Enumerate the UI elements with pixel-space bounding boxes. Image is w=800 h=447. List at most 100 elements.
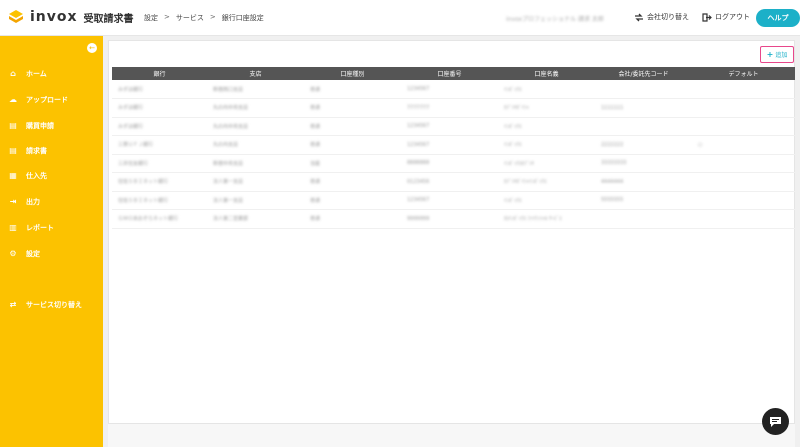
export-icon: ⇥ [9, 197, 17, 206]
sidebar-item-upload[interactable]: ☁ アップロード [8, 95, 68, 105]
table-row[interactable]: 住信ＳＢＩネット銀行 法人第一支店 普通 0123456 ｶﾌﾞｼｷｶﾞｲｼｬｲ… [112, 172, 795, 192]
panel-footer [108, 424, 795, 447]
cell-account-holder: ｲﾝﾎﾞｯｸｽ [498, 117, 595, 136]
chat-icon [770, 416, 781, 427]
cell-bank: みずほ銀行 [112, 117, 207, 136]
cell-company-code: 2222222 [595, 135, 692, 155]
switch-company-button[interactable]: 会社切り替え [634, 12, 689, 22]
cell-default [692, 80, 795, 99]
cell-bank: みずほ銀行 [112, 98, 207, 118]
bank-account-panel: + 追加 銀行 支店 口座種別 口座番号 口座名義 会社/委託先コード デフォル… [108, 40, 795, 424]
column-header-default[interactable]: デフォルト [692, 67, 795, 80]
cell-account-holder: ｲﾝﾎﾞｯｸｽｶﾌﾞｼｷ [498, 154, 595, 173]
user-name: invoxプロフェッショナル 請求 太郎 [506, 16, 604, 23]
table-row[interactable]: 三井住友銀行 新宿中央支店 当座 8888888 ｲﾝﾎﾞｯｸｽｶﾌﾞｼｷ 33… [112, 154, 795, 173]
upload-icon: ☁ [9, 95, 17, 104]
breadcrumb-item-bank-account: 銀行口座設定 [221, 14, 264, 22]
cell-bank: 三井住友銀行 [112, 154, 207, 173]
cell-company-code [595, 209, 692, 229]
cell-account-holder: ｲﾝﾎﾞｯｸｽ [498, 191, 595, 210]
cell-branch: 法人第一支店 [207, 191, 304, 210]
table-row[interactable]: ＧＭＯあおぞらネット銀行 法人第二営業部 普通 9999999 ｶ)ｲﾝﾎﾞｯｸ… [112, 209, 795, 229]
column-header-account-number[interactable]: 口座番号 [401, 67, 498, 80]
breadcrumb-item-service[interactable]: サービス [176, 13, 204, 23]
cell-account-number: 1234567 [401, 191, 498, 210]
invoice-icon: ▤ [9, 146, 17, 155]
cell-branch: 丸の内支店 [207, 135, 304, 155]
sidebar-item-report[interactable]: ▥ レポート [8, 223, 54, 233]
cell-account-type: 普通 [304, 172, 401, 192]
table-row[interactable]: みずほ銀行 丸の内中央支店 普通 7777777 ｶﾌﾞｼｷｶﾞｲｼｬ 1111… [112, 98, 795, 118]
table-row[interactable]: 住信ＳＢＩネット銀行 法人第一支店 普通 1234567 ｲﾝﾎﾞｯｸｽ 555… [112, 191, 795, 210]
breadcrumb-separator: > [209, 13, 216, 21]
column-header-company-code[interactable]: 会社/委託先コード [595, 67, 692, 80]
sidebar-item-label: レポート [26, 224, 54, 232]
logo-subtitle: 受取請求書 [83, 13, 134, 25]
cell-account-holder: ｶ)ｲﾝﾎﾞｯｸｽ ﾌｧｲﾅﾝｼｬﾙ ｻｰﾋﾞｽ [498, 209, 595, 229]
table-row[interactable]: 三菱ＵＦＪ銀行 丸の内支店 普通 1234567 ｲﾝﾎﾞｯｸｽ 2222222… [112, 135, 795, 155]
cell-account-holder: ｲﾝﾎﾞｯｸｽ [498, 80, 595, 99]
cell-company-code: 33333333 [595, 154, 692, 173]
cell-company-code: 5555555 [595, 191, 692, 210]
breadcrumb-separator: > [164, 13, 170, 21]
sidebar-item-home[interactable]: ⌂ ホーム [8, 69, 47, 79]
cell-account-type: 普通 [304, 80, 401, 99]
logo-text: invox [30, 9, 78, 25]
column-header-branch[interactable]: 支店 [207, 67, 304, 80]
sidebar-item-label: 出力 [26, 198, 40, 206]
cell-account-number: 7777777 [401, 98, 498, 118]
sidebar-item-label: 購買申請 [26, 122, 54, 130]
column-header-account-holder[interactable]: 口座名義 [498, 67, 595, 80]
table-row[interactable]: みずほ銀行 丸の内中央支店 普通 1234567 ｲﾝﾎﾞｯｸｽ [112, 117, 795, 136]
cell-account-number: 0123456 [401, 172, 498, 192]
help-button[interactable]: ヘルプ [756, 9, 800, 27]
cell-account-number: 1234567 [401, 80, 498, 99]
sidebar-item-label: ホーム [26, 70, 47, 78]
invox-logo[interactable]: invox 受取請求書 [8, 9, 134, 25]
bank-account-table: 銀行 支店 口座種別 口座番号 口座名義 会社/委託先コード デフォルト みずほ… [112, 67, 795, 229]
breadcrumb-item-settings[interactable]: 設定 [144, 13, 158, 23]
sidebar-item-invoice[interactable]: ▤ 請求書 [8, 146, 47, 156]
cell-branch: 丸の内中央支店 [207, 98, 304, 118]
main-content: + 追加 銀行 支店 口座種別 口座番号 口座名義 会社/委託先コード デフォル… [103, 36, 800, 447]
column-header-bank[interactable]: 銀行 [112, 67, 207, 80]
sidebar-item-purchase-request[interactable]: ▤ 購買申請 [8, 121, 54, 131]
sidebar-item-supplier[interactable]: ▦ 仕入先 [8, 171, 47, 181]
cell-branch: 法人第一支店 [207, 172, 304, 192]
cell-account-holder: ｶﾌﾞｼｷｶﾞｲｼｬ [498, 98, 595, 118]
add-button-label: 追加 [775, 52, 788, 59]
cell-default [692, 98, 795, 118]
logout-button[interactable]: ログアウト [702, 12, 750, 22]
add-bank-account-button[interactable]: + 追加 [760, 46, 794, 63]
purchase-request-icon: ▤ [9, 121, 17, 130]
settings-icon: ⚙ [9, 249, 17, 258]
cell-account-type: 普通 [304, 98, 401, 118]
cell-account-type: 普通 [304, 209, 401, 229]
home-icon: ⌂ [10, 69, 16, 78]
cell-default: ○ [692, 135, 795, 155]
cell-bank: 三菱ＵＦＪ銀行 [112, 135, 207, 155]
cell-company-code: 1111111 [595, 98, 692, 118]
cell-account-type: 当座 [304, 154, 401, 173]
chat-support-button[interactable] [762, 408, 789, 435]
table-row[interactable]: みずほ銀行 新宿西口支店 普通 1234567 ｲﾝﾎﾞｯｸｽ [112, 80, 795, 99]
logo-icon [9, 10, 23, 23]
logout-label: ログアウト [715, 13, 750, 21]
cell-account-holder: ｶﾌﾞｼｷｶﾞｲｼｬｲﾝﾎﾞｯｸｽ [498, 172, 595, 192]
cell-account-number: 9999999 [401, 209, 498, 229]
collapse-sidebar-icon[interactable]: ← [87, 43, 97, 53]
sidebar-item-settings[interactable]: ⚙ 設定 [8, 249, 40, 259]
cell-account-number: 1234567 [401, 135, 498, 155]
supplier-icon: ▦ [9, 171, 17, 180]
cell-account-type: 普通 [304, 117, 401, 136]
column-header-account-type[interactable]: 口座種別 [304, 67, 401, 80]
logout-icon [702, 12, 712, 22]
cell-bank: 住信ＳＢＩネット銀行 [112, 191, 207, 210]
cell-bank: 住信ＳＢＩネット銀行 [112, 172, 207, 192]
cell-bank: みずほ銀行 [112, 80, 207, 99]
cell-company-code [595, 80, 692, 99]
switch-company-label: 会社切り替え [647, 13, 689, 21]
sidebar-item-service-switch[interactable]: ⇄ サービス切り替え [8, 300, 82, 310]
breadcrumb: 設定 > サービス > 銀行口座設定 [144, 13, 264, 23]
sidebar-item-export[interactable]: ⇥ 出力 [8, 197, 40, 207]
